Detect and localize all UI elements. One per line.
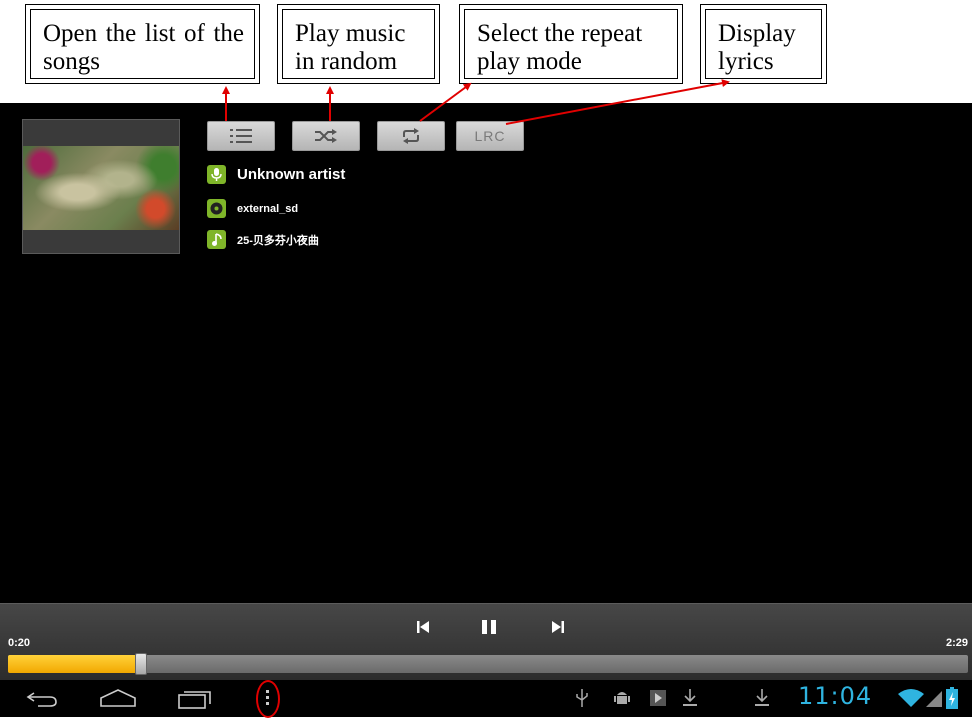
album-art-image [23,146,179,230]
callout-repeat: Select the repeat play mode [459,4,683,84]
previous-icon [417,620,429,638]
next-button[interactable] [548,620,568,638]
back-icon[interactable] [26,691,58,712]
lyrics-button[interactable]: LRC [456,121,524,151]
elapsed-time: 0:20 [8,637,31,649]
song-list-button[interactable] [207,121,275,151]
seek-bar-progress [8,655,142,673]
album-name: external_sd [237,202,299,215]
download-icon [683,689,697,712]
home-icon[interactable] [100,689,136,712]
track-row: 25-贝多芬小夜曲 [207,230,319,249]
callout-random-text: Play music in random [282,9,435,79]
repeat-button[interactable] [377,121,445,151]
seek-bar[interactable] [8,653,968,675]
pause-icon [482,619,496,639]
shuffle-icon [314,129,338,143]
clock: 11:04 [798,682,873,710]
usb-icon [576,689,588,712]
android-debug-icon [614,689,630,712]
system-navigation-bar: 11:04 [0,680,972,718]
wifi-icon [898,689,924,712]
microphone-icon [207,165,226,184]
total-duration: 2:29 [945,637,968,649]
battery-icon [946,687,958,714]
callout-songs-list-text: Open the list of the songs [30,9,255,79]
seek-bar-thumb[interactable] [135,653,148,675]
callout-repeat-text: Select the repeat play mode [464,9,678,79]
artist-name: Unknown artist [237,166,346,183]
album-art [22,119,180,254]
disc-icon [207,199,226,218]
track-title: 25-贝多芬小夜曲 [237,234,319,247]
menu-highlight-annotation [256,680,280,718]
recent-apps-icon[interactable] [178,689,212,714]
pause-button[interactable] [479,619,499,639]
music-note-icon [207,230,226,249]
download-icon-2 [755,689,769,712]
album-row: external_sd [207,199,298,218]
play-notification-icon [650,690,666,711]
signal-icon [926,689,942,712]
music-player-screen: LRC Unknown artist external_sd 25-贝多芬小夜曲… [0,103,972,718]
lyrics-button-label: LRC [474,128,506,144]
player-panel: 0:20 2:29 [0,603,972,680]
repeat-icon [401,128,421,144]
callout-random: Play music in random [277,4,440,84]
callout-lyrics: Display lyrics [700,4,827,84]
next-icon [552,620,564,638]
callout-songs-list: Open the list of the songs [25,4,260,84]
artist-row: Unknown artist [207,165,345,184]
shuffle-button[interactable] [292,121,360,151]
list-icon [230,129,252,143]
previous-button[interactable] [413,620,433,638]
callout-lyrics-text: Display lyrics [705,9,822,79]
